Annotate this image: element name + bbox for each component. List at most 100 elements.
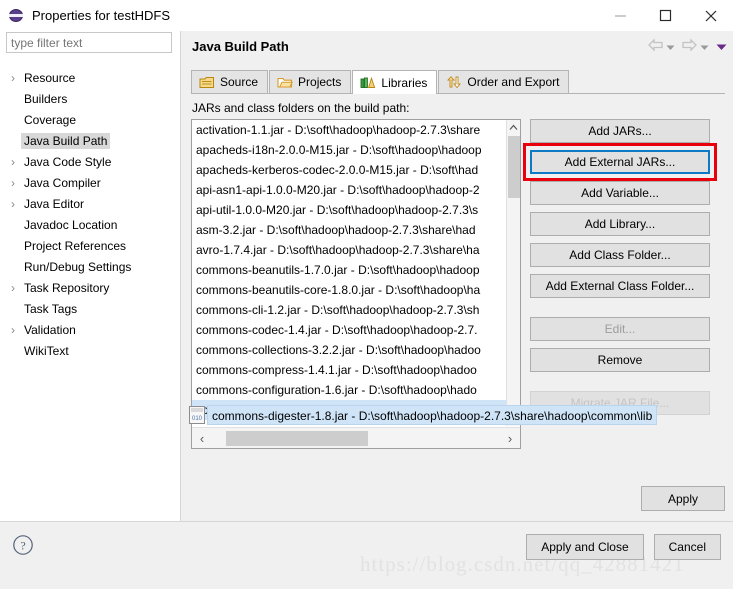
scroll-left-icon[interactable]: ‹ — [192, 431, 212, 446]
list-item[interactable]: commons-codec-1.4.jar - D:\soft\hadoop\h… — [192, 320, 506, 340]
filter-container — [0, 31, 180, 62]
sidebar-item-label: Builders — [24, 91, 68, 106]
footer-buttons: Apply and Close Cancel — [526, 534, 721, 560]
sidebar-item-label: Validation — [24, 322, 76, 337]
build-path-list[interactable]: activation-1.1.jar - D:\soft\hadoop\hado… — [191, 119, 521, 449]
apply-button[interactable]: Apply — [641, 486, 725, 511]
sidebar-item-validation[interactable]: › Validation — [0, 319, 180, 340]
vertical-scrollbar[interactable] — [506, 120, 520, 426]
list-item[interactable]: commons-compress-1.4.1.jar - D:\soft\had… — [192, 360, 506, 380]
add-jars-button[interactable]: Add JARs... — [530, 119, 710, 143]
vertical-scroll-thumb[interactable] — [508, 136, 520, 198]
navigation-toolbar — [647, 31, 727, 62]
window-controls — [598, 0, 733, 31]
horizontal-scrollbar[interactable]: ‹ › — [192, 427, 520, 448]
cancel-button[interactable]: Cancel — [653, 534, 721, 560]
back-chevron-down-icon[interactable] — [666, 40, 675, 54]
list-caption: JARs and class folders on the build path… — [192, 101, 410, 115]
expand-arrow-icon[interactable]: › — [5, 71, 21, 85]
scroll-right-icon[interactable]: › — [500, 431, 520, 446]
dialog-body: › Resource Builders Coverage Java Build … — [0, 62, 733, 521]
expand-arrow-icon[interactable]: › — [5, 197, 21, 211]
list-item[interactable]: api-asn1-api-1.0.0-M20.jar - D:\soft\had… — [192, 180, 506, 200]
sidebar-item-label: Coverage — [24, 112, 77, 127]
add-external-jars-button[interactable]: Add External JARs... — [530, 150, 710, 174]
horizontal-scroll-thumb[interactable] — [226, 431, 368, 446]
help-icon[interactable]: ? — [12, 534, 34, 556]
sidebar-item-label: Task Repository — [24, 280, 110, 295]
sidebar-item-java-editor[interactable]: › Java Editor — [0, 193, 180, 214]
back-arrow-icon[interactable] — [647, 38, 664, 55]
maximize-icon[interactable] — [643, 0, 688, 31]
scroll-up-icon[interactable] — [507, 120, 520, 134]
apply-container: Apply — [641, 486, 725, 511]
sidebar-item-coverage[interactable]: Coverage — [0, 109, 180, 130]
sidebar-item-resource[interactable]: › Resource — [0, 67, 180, 88]
sidebar-item-wikitext[interactable]: WikiText — [0, 340, 180, 361]
search-input[interactable] — [6, 32, 172, 53]
tab-libraries[interactable]: Libraries — [352, 70, 438, 94]
tab-bar: Source Projects Libraries Order and Expo… — [191, 69, 725, 94]
package-icon — [199, 75, 215, 90]
dialog-footer: ? https://blog.csdn.net/qq_42881421 Appl… — [0, 521, 733, 589]
list-item[interactable]: api-util-1.0.0-M20.jar - D:\soft\hadoop\… — [192, 200, 506, 220]
sidebar-item-project-references[interactable]: Project References — [0, 235, 180, 256]
add-class-folder-button[interactable]: Add Class Folder... — [530, 243, 710, 267]
filter-and-header-row: Java Build Path — [0, 31, 733, 62]
expand-arrow-icon[interactable]: › — [5, 323, 21, 337]
sidebar-item-label: Task Tags — [24, 301, 78, 316]
expand-arrow-icon[interactable]: › — [5, 176, 21, 190]
add-external-class-folder-button[interactable]: Add External Class Folder... — [530, 274, 710, 298]
list-item[interactable]: commons-cli-1.2.jar - D:\soft\hadoop\had… — [192, 300, 506, 320]
list-item[interactable]: asm-3.2.jar - D:\soft\hadoop\hadoop-2.7.… — [192, 220, 506, 240]
books-icon — [360, 75, 376, 90]
sidebar-item-java-build-path[interactable]: Java Build Path — [0, 130, 180, 151]
list-item[interactable]: activation-1.1.jar - D:\soft\hadoop\hado… — [192, 120, 506, 140]
sidebar-item-task-repository[interactable]: › Task Repository — [0, 277, 180, 298]
expand-arrow-icon[interactable]: › — [5, 281, 21, 295]
close-icon[interactable] — [688, 0, 733, 31]
add-library-button[interactable]: Add Library... — [530, 212, 710, 236]
list-item[interactable]: apacheds-kerberos-codec-2.0.0-M15.jar - … — [192, 160, 506, 180]
forward-arrow-icon[interactable] — [681, 38, 698, 55]
tab-label: Order and Export — [467, 75, 560, 89]
tab-label: Libraries — [381, 75, 428, 90]
sidebar-item-run-debug-settings[interactable]: Run/Debug Settings — [0, 256, 180, 277]
sidebar-item-javadoc-location[interactable]: Javadoc Location — [0, 214, 180, 235]
minimize-icon[interactable] — [598, 0, 643, 31]
window-title-bar: Properties for testHDFS — [0, 0, 733, 31]
list-item[interactable]: commons-collections-3.2.2.jar - D:\soft\… — [192, 340, 506, 360]
folder-icon — [277, 75, 294, 90]
horizontal-scroll-track[interactable] — [212, 428, 500, 448]
sidebar-item-label: Java Editor — [24, 196, 85, 211]
list-item[interactable]: avro-1.7.4.jar - D:\soft\hadoop\hadoop-2… — [192, 240, 506, 260]
sidebar-item-builders[interactable]: Builders — [0, 88, 180, 109]
list-item[interactable]: commons-beanutils-1.7.0.jar - D:\soft\ha… — [192, 260, 506, 280]
sidebar-item-label: Resource — [24, 70, 76, 85]
tab-order-and-export[interactable]: Order and Export — [438, 70, 570, 93]
sidebar-item-label: Java Compiler — [24, 175, 101, 190]
sidebar-item-java-compiler[interactable]: › Java Compiler — [0, 172, 180, 193]
sidebar-item-label: Javadoc Location — [24, 217, 118, 232]
remove-button[interactable]: Remove — [530, 348, 710, 372]
button-group-separator — [530, 305, 710, 310]
forward-chevron-down-icon[interactable] — [700, 40, 709, 54]
sidebar-item-task-tags[interactable]: Task Tags — [0, 298, 180, 319]
java-build-path-panel: Source Projects Libraries Order and Expo… — [180, 62, 733, 521]
tab-source[interactable]: Source — [191, 70, 269, 93]
sidebar-item-java-code-style[interactable]: › Java Code Style — [0, 151, 180, 172]
view-menu-chevron-down-icon[interactable] — [716, 40, 727, 54]
order-arrows-icon — [446, 75, 462, 90]
edit-button[interactable]: Edit... — [530, 317, 710, 341]
drag-preview-label: commons-digester-1.8.jar - D:\soft\hadoo… — [207, 405, 658, 425]
apply-and-close-button[interactable]: Apply and Close — [526, 534, 644, 560]
list-item[interactable]: apacheds-i18n-2.0.0-M15.jar - D:\soft\ha… — [192, 140, 506, 160]
add-variable-button[interactable]: Add Variable... — [530, 181, 710, 205]
list-item[interactable]: commons-configuration-1.6.jar - D:\soft\… — [192, 380, 506, 400]
tab-projects[interactable]: Projects — [269, 70, 352, 93]
list-item[interactable]: commons-beanutils-core-1.8.0.jar - D:\so… — [192, 280, 506, 300]
page-title: Java Build Path — [192, 39, 289, 54]
expand-arrow-icon[interactable]: › — [5, 155, 21, 169]
button-group-separator — [530, 379, 710, 384]
sidebar-item-label: Java Build Path — [21, 132, 111, 149]
